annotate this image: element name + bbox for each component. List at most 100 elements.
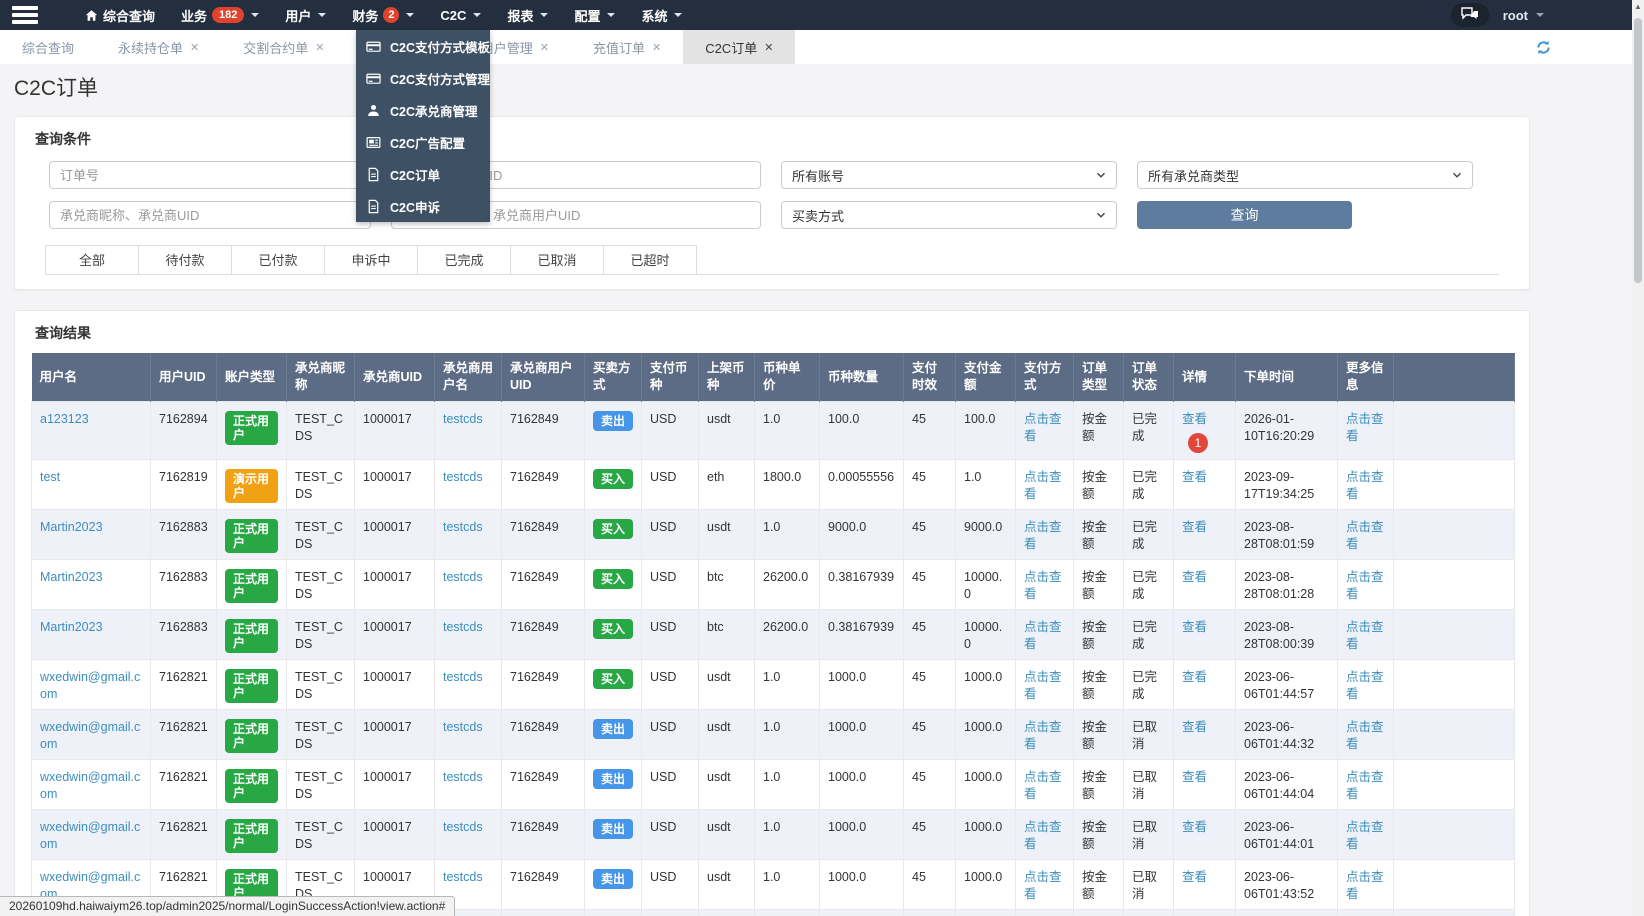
acceptor-username-link[interactable]: testcds	[443, 720, 483, 734]
menu-item-c2c-acceptor-manage[interactable]: C2C承兑商管理	[356, 94, 490, 126]
detail-link[interactable]: 查看	[1182, 620, 1207, 634]
menu-item-c2c-orders[interactable]: C2C订单	[356, 158, 490, 190]
tab-c2c-orders[interactable]: C2C订单✕	[683, 30, 795, 64]
status-tab-pending-pay[interactable]: 待付款	[138, 245, 232, 274]
menu-item-c2c-appeal[interactable]: C2C申诉	[356, 190, 490, 222]
more-info-link[interactable]: 点击查看	[1346, 820, 1384, 851]
nav-item-system[interactable]: 系统	[628, 0, 695, 30]
pay-method-link[interactable]: 点击查看	[1024, 520, 1062, 551]
detail-link[interactable]: 查看	[1182, 820, 1207, 834]
account-type-badge: 正式用户	[225, 769, 278, 803]
status-tab-completed[interactable]: 已完成	[417, 245, 511, 274]
acceptor-username-link[interactable]: testcds	[443, 520, 483, 534]
acceptor-username-link[interactable]: testcds	[443, 670, 483, 684]
username-link[interactable]: test	[40, 470, 60, 484]
pay-method-link[interactable]: 点击查看	[1024, 820, 1062, 851]
close-icon[interactable]: ✕	[764, 41, 773, 54]
status-tab-cancelled[interactable]: 已取消	[510, 245, 604, 274]
menu-item-c2c-pay-manage[interactable]: C2C支付方式管理	[356, 62, 490, 94]
tab-deposit-orders[interactable]: 充值订单✕	[571, 30, 683, 64]
pay-method-link[interactable]: 点击查看	[1024, 770, 1062, 801]
tab-perpetual-positions[interactable]: 永续持仓单 ✕	[96, 30, 221, 64]
nav-item-user[interactable]: 用户	[272, 0, 339, 30]
detail-link[interactable]: 查看	[1182, 720, 1207, 734]
status-tab-appealing[interactable]: 申诉中	[324, 245, 418, 274]
close-icon[interactable]: ✕	[652, 41, 661, 54]
cell-more-info: 点击查看	[1338, 860, 1394, 910]
vertical-scrollbar[interactable]: ▲	[1632, 0, 1644, 916]
more-info-link[interactable]: 点击查看	[1346, 870, 1384, 901]
scrollbar-thumb[interactable]	[1634, 18, 1642, 283]
username-link[interactable]: wxedwin@gmail.com	[40, 820, 140, 851]
side-select[interactable]: 买卖方式	[781, 201, 1117, 229]
user-menu[interactable]: root	[1503, 8, 1544, 23]
nav-item-report[interactable]: 报表	[494, 0, 561, 30]
cell-amount: 1000.0	[820, 660, 904, 710]
more-info-link[interactable]: 点击查看	[1346, 720, 1384, 751]
nav-item-config[interactable]: 配置	[561, 0, 628, 30]
more-info-link[interactable]: 点击查看	[1346, 670, 1384, 701]
more-info-link[interactable]: 点击查看	[1346, 770, 1384, 801]
cell-pay-method: 点击查看	[1016, 510, 1074, 560]
more-info-link[interactable]: 点击查看	[1346, 620, 1384, 651]
username-link[interactable]: wxedwin@gmail.com	[40, 770, 140, 801]
pay-method-link[interactable]: 点击查看	[1024, 670, 1062, 701]
scrollbar-up-arrow-icon[interactable]: ▲	[1632, 0, 1644, 14]
search-button[interactable]: 查询	[1137, 201, 1352, 229]
account-select[interactable]: 所有账号	[781, 161, 1117, 189]
order-no-input[interactable]	[49, 161, 371, 189]
more-info-link[interactable]: 点击查看	[1346, 570, 1384, 601]
tab-delivery-contracts[interactable]: 交割合约单✕	[221, 30, 346, 64]
status-tab-all[interactable]: 全部	[45, 245, 139, 274]
detail-link[interactable]: 查看	[1182, 870, 1207, 884]
detail-link[interactable]: 查看	[1182, 770, 1207, 784]
nav-item-summary[interactable]: 综合查询	[72, 0, 168, 30]
username-link[interactable]: a123123	[40, 412, 89, 426]
detail-link[interactable]: 查看	[1182, 520, 1207, 534]
pay-method-link[interactable]: 点击查看	[1024, 620, 1062, 651]
chat-button[interactable]	[1451, 3, 1489, 27]
close-icon[interactable]: ✕	[190, 41, 199, 54]
acceptor-username-link[interactable]: testcds	[443, 412, 483, 426]
detail-link[interactable]: 查看	[1182, 470, 1207, 484]
acceptor-username-link[interactable]: testcds	[443, 620, 483, 634]
acceptor-input[interactable]	[49, 201, 371, 229]
acceptor-username-link[interactable]: testcds	[443, 470, 483, 484]
more-info-link[interactable]: 点击查看	[1346, 470, 1384, 501]
hamburger-menu-icon[interactable]	[0, 0, 46, 30]
pay-method-link[interactable]: 点击查看	[1024, 870, 1062, 901]
tab-summary[interactable]: 综合查询	[0, 30, 96, 64]
detail-link[interactable]: 查看	[1182, 570, 1207, 584]
more-info-link[interactable]: 点击查看	[1346, 412, 1384, 443]
username-link[interactable]: wxedwin@gmail.com	[40, 670, 140, 701]
nav-item-business[interactable]: 业务182	[168, 0, 272, 30]
acceptor-username-link[interactable]: testcds	[443, 570, 483, 584]
acceptor-type-select[interactable]: 所有承兑商类型	[1137, 161, 1473, 189]
pay-method-link[interactable]: 点击查看	[1024, 412, 1062, 443]
menu-item-c2c-pay-template[interactable]: C2C支付方式模板	[356, 30, 490, 62]
username-link[interactable]: wxedwin@gmail.com	[40, 720, 140, 751]
pay-method-link[interactable]: 点击查看	[1024, 470, 1062, 501]
username-link[interactable]: Martin2023	[40, 570, 103, 584]
pay-method-link[interactable]: 点击查看	[1024, 720, 1062, 751]
nav-item-finance[interactable]: 财务2	[339, 0, 427, 30]
status-tab-timeout[interactable]: 已超时	[603, 245, 697, 274]
menu-item-c2c-ad-config[interactable]: C2C广告配置	[356, 126, 490, 158]
cell-user-uid: 7162894	[151, 402, 217, 460]
detail-link[interactable]: 查看	[1182, 670, 1207, 684]
close-icon[interactable]: ✕	[315, 41, 324, 54]
username-link[interactable]: Martin2023	[40, 520, 103, 534]
side-badge: 卖出	[593, 719, 633, 739]
refresh-icon[interactable]	[1535, 39, 1552, 59]
username-link[interactable]: Martin2023	[40, 620, 103, 634]
acceptor-username-link[interactable]: testcds	[443, 870, 483, 884]
detail-link[interactable]: 查看	[1182, 412, 1207, 426]
tab-label: 永续持仓单	[118, 38, 183, 57]
close-icon[interactable]: ✕	[540, 41, 549, 54]
acceptor-username-link[interactable]: testcds	[443, 770, 483, 784]
nav-item-c2c[interactable]: C2C	[427, 0, 494, 30]
acceptor-username-link[interactable]: testcds	[443, 820, 483, 834]
pay-method-link[interactable]: 点击查看	[1024, 570, 1062, 601]
more-info-link[interactable]: 点击查看	[1346, 520, 1384, 551]
status-tab-paid[interactable]: 已付款	[231, 245, 325, 274]
